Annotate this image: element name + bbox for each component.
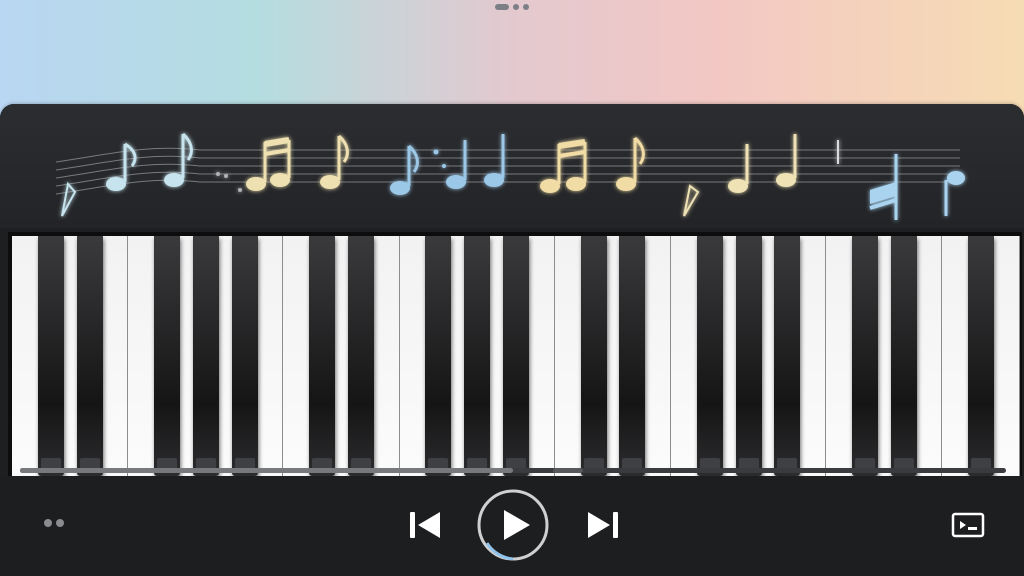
dot xyxy=(44,519,52,527)
black-key[interactable] xyxy=(347,236,374,476)
piano-app xyxy=(0,104,1024,576)
skip-previous-icon xyxy=(410,512,440,538)
play-icon xyxy=(477,489,549,561)
previous-button[interactable] xyxy=(408,508,442,542)
black-key[interactable] xyxy=(968,236,995,476)
skip-next-icon xyxy=(588,512,618,538)
music-notes-banner xyxy=(0,104,1024,228)
window-drag-handle[interactable] xyxy=(495,4,529,10)
note-group-5 xyxy=(683,134,797,217)
scrollbar-thumb[interactable] xyxy=(553,468,583,473)
dots-icon[interactable] xyxy=(44,519,64,527)
note-group-6 xyxy=(837,140,965,220)
music-notes-illustration xyxy=(55,132,965,220)
note-group-2 xyxy=(216,134,349,192)
black-key[interactable] xyxy=(774,236,801,476)
playback-controls xyxy=(0,476,1024,576)
black-key[interactable] xyxy=(696,236,723,476)
black-key[interactable] xyxy=(309,236,336,476)
screen-output-icon xyxy=(951,512,985,538)
black-key[interactable] xyxy=(464,236,491,476)
black-key[interactable] xyxy=(580,236,607,476)
black-key[interactable] xyxy=(851,236,878,476)
next-button[interactable] xyxy=(586,508,620,542)
black-key[interactable] xyxy=(619,236,646,476)
black-key[interactable] xyxy=(154,236,181,476)
black-key[interactable] xyxy=(192,236,219,476)
note-group-3 xyxy=(390,134,505,195)
keyboard-scrollbar[interactable] xyxy=(20,468,1006,473)
screen-output-button[interactable] xyxy=(950,510,986,540)
black-key[interactable] xyxy=(735,236,762,476)
black-key[interactable] xyxy=(76,236,103,476)
handle-dot xyxy=(523,4,529,10)
black-key[interactable] xyxy=(37,236,64,476)
black-key[interactable] xyxy=(890,236,917,476)
black-key[interactable] xyxy=(425,236,452,476)
dot xyxy=(56,519,64,527)
black-key[interactable] xyxy=(231,236,258,476)
scrollbar-progress xyxy=(20,468,513,473)
handle-pill xyxy=(495,4,509,10)
handle-dot xyxy=(513,4,519,10)
play-button[interactable] xyxy=(476,488,550,562)
black-key[interactable] xyxy=(503,236,529,476)
